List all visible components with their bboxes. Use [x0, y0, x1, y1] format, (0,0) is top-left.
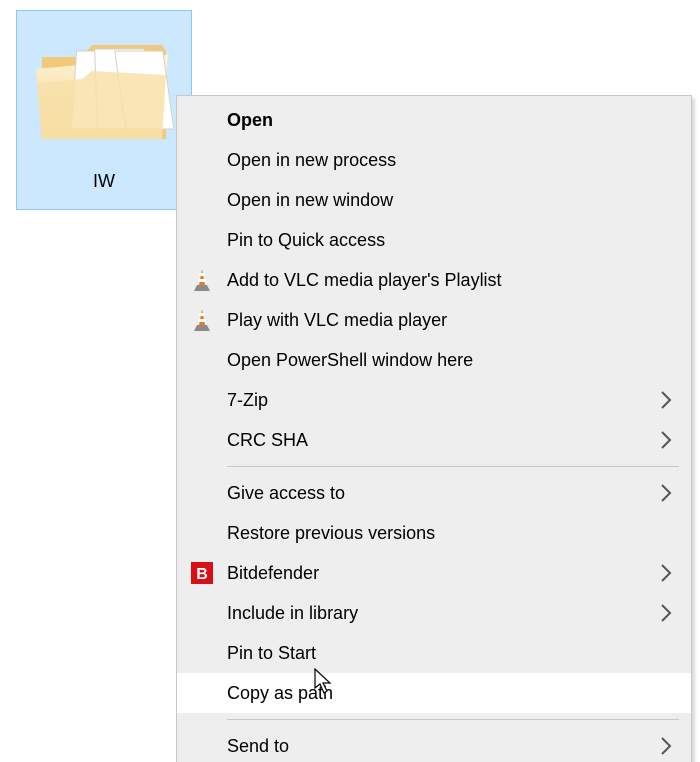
- menu-item-label: Pin to Start: [227, 643, 649, 664]
- folder-label: IW: [17, 171, 191, 192]
- menu-item-label: Bitdefender: [227, 563, 649, 584]
- menu-item-label: Play with VLC media player: [227, 310, 649, 331]
- chevron-right-icon: [649, 561, 673, 585]
- menu-item-label: CRC SHA: [227, 430, 649, 451]
- blank-icon: [177, 726, 227, 762]
- menu-item-vlc-play[interactable]: Play with VLC media player: [177, 300, 691, 340]
- menu-separator: [227, 466, 679, 467]
- svg-text:B: B: [196, 566, 208, 583]
- blank-icon: [177, 220, 227, 260]
- vlc-icon: [177, 300, 227, 340]
- blank-icon: [177, 420, 227, 460]
- chevron-right-icon: [649, 428, 673, 452]
- menu-item-restore-previous-versions[interactable]: Restore previous versions: [177, 513, 691, 553]
- menu-item-label: Open: [227, 110, 649, 131]
- blank-icon: [177, 473, 227, 513]
- blank-icon: [177, 593, 227, 633]
- menu-item-label: Restore previous versions: [227, 523, 649, 544]
- chevron-right-icon: [649, 734, 673, 758]
- menu-item-open-new-window[interactable]: Open in new window: [177, 180, 691, 220]
- menu-item-open-new-process[interactable]: Open in new process: [177, 140, 691, 180]
- menu-item-open[interactable]: Open: [177, 100, 691, 140]
- bitdefender-icon: B: [177, 553, 227, 593]
- menu-item-bitdefender[interactable]: B Bitdefender: [177, 553, 691, 593]
- menu-item-crc-sha[interactable]: CRC SHA: [177, 420, 691, 460]
- vlc-icon: [177, 260, 227, 300]
- menu-item-send-to[interactable]: Send to: [177, 726, 691, 762]
- context-menu: Open Open in new process Open in new win…: [176, 95, 692, 762]
- blank-icon: [177, 673, 227, 713]
- blank-icon: [177, 140, 227, 180]
- menu-item-vlc-add-playlist[interactable]: Add to VLC media player's Playlist: [177, 260, 691, 300]
- blank-icon: [177, 340, 227, 380]
- blank-icon: [177, 380, 227, 420]
- blank-icon: [177, 180, 227, 220]
- folder-icon: [17, 11, 191, 171]
- menu-item-label: Open PowerShell window here: [227, 350, 649, 371]
- menu-item-label: 7-Zip: [227, 390, 649, 411]
- chevron-right-icon: [649, 601, 673, 625]
- blank-icon: [177, 100, 227, 140]
- menu-separator: [227, 719, 679, 720]
- menu-item-7zip[interactable]: 7-Zip: [177, 380, 691, 420]
- menu-item-label: Send to: [227, 736, 649, 757]
- chevron-right-icon: [649, 388, 673, 412]
- menu-item-copy-as-path[interactable]: Copy as path: [177, 673, 691, 713]
- menu-item-open-powershell[interactable]: Open PowerShell window here: [177, 340, 691, 380]
- blank-icon: [177, 633, 227, 673]
- menu-item-label: Give access to: [227, 483, 649, 504]
- menu-item-pin-quick-access[interactable]: Pin to Quick access: [177, 220, 691, 260]
- menu-item-label: Include in library: [227, 603, 649, 624]
- chevron-right-icon: [649, 481, 673, 505]
- menu-item-label: Copy as path: [227, 683, 649, 704]
- menu-item-pin-to-start[interactable]: Pin to Start: [177, 633, 691, 673]
- menu-item-label: Pin to Quick access: [227, 230, 649, 251]
- menu-item-label: Open in new window: [227, 190, 649, 211]
- menu-item-label: Add to VLC media player's Playlist: [227, 270, 649, 291]
- blank-icon: [177, 513, 227, 553]
- menu-item-give-access-to[interactable]: Give access to: [177, 473, 691, 513]
- menu-item-label: Open in new process: [227, 150, 649, 171]
- menu-item-include-in-library[interactable]: Include in library: [177, 593, 691, 633]
- folder-item[interactable]: IW: [16, 10, 192, 210]
